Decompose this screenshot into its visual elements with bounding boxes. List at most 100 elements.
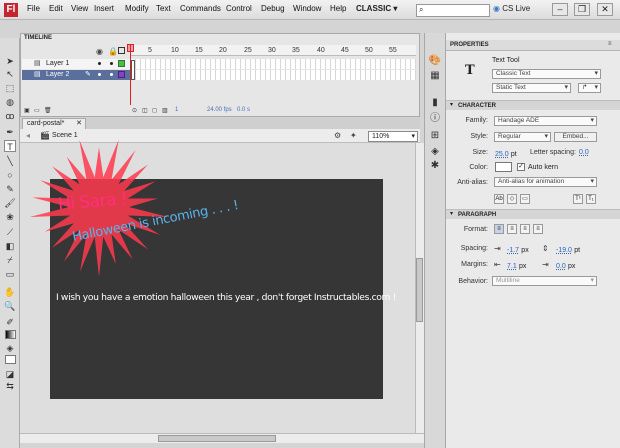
layer-outline-color[interactable] <box>118 71 125 78</box>
character-section[interactable]: CHARACTER <box>446 100 620 110</box>
orientation-select[interactable]: ↱ <box>578 83 601 93</box>
close-icon[interactable]: ✕ <box>76 119 82 129</box>
timeline-tab[interactable]: TIMELINE <box>24 35 52 41</box>
menu-control[interactable]: Control <box>226 4 252 13</box>
indent-value[interactable]: -1.7 <box>507 247 519 254</box>
color-panel-icon[interactable]: 🎨 <box>428 55 442 67</box>
new-layer-icon[interactable]: ▣ <box>24 107 30 114</box>
collapse-icon[interactable]: ▾ <box>450 210 453 217</box>
transform-panel-icon[interactable]: ◈ <box>428 146 442 158</box>
antialias-select[interactable]: Anti-alias for animation <box>494 177 597 187</box>
layer-2-frames[interactable] <box>131 70 416 80</box>
paragraph-section[interactable]: PARAGRAPH <box>446 209 620 219</box>
lock-icon[interactable]: 🔒 <box>108 47 118 56</box>
visibility-dot[interactable] <box>98 73 101 76</box>
menu-insert[interactable]: Insert <box>94 4 114 13</box>
menu-edit[interactable]: Edit <box>49 4 63 13</box>
align-left-icon[interactable]: ≡ <box>494 224 504 234</box>
stroke-color-icon[interactable]: ✐ <box>4 316 16 328</box>
delete-layer-icon[interactable]: 🗑 <box>44 107 52 114</box>
fill-color-swatch[interactable] <box>5 355 16 364</box>
selectable-icon[interactable]: Ab <box>494 194 504 204</box>
lasso-tool-icon[interactable]: ꝏ <box>4 110 16 122</box>
font-style-select[interactable]: Regular <box>494 132 551 142</box>
swatches-panel-icon[interactable]: ▦ <box>428 70 442 82</box>
brush-tool-icon[interactable]: 🖌 <box>4 197 16 209</box>
lock-dot[interactable] <box>110 62 113 65</box>
cs-live-button[interactable]: ◉ CS Live <box>493 4 530 13</box>
edit-scene-icon[interactable]: ⚙ <box>334 131 341 140</box>
visibility-dot[interactable] <box>98 62 101 65</box>
help-search-input[interactable] <box>416 4 490 17</box>
align-center-icon[interactable]: ≡ <box>507 224 517 234</box>
close-button[interactable]: ✕ <box>597 3 613 16</box>
collapse-icon[interactable]: ▾ <box>450 101 453 108</box>
keyframe[interactable] <box>131 60 135 80</box>
fill-color-icon[interactable]: ◈ <box>4 342 16 354</box>
menu-modify[interactable]: Modify <box>125 4 149 13</box>
panel-menu-icon[interactable]: ≡ <box>608 41 612 47</box>
zoom-select[interactable]: 110% ▾ <box>368 131 418 142</box>
edit-symbols-icon[interactable]: ✦ <box>350 131 357 140</box>
info-panel-icon[interactable]: ⓘ <box>428 113 442 125</box>
document-tab[interactable]: card-postal* ✕ <box>22 118 86 129</box>
edit-multiple-icon[interactable]: ▥ <box>162 107 168 114</box>
center-frame-icon[interactable]: ⊙ <box>132 107 137 114</box>
menu-commands[interactable]: Commands <box>180 4 221 13</box>
frame-rate[interactable]: 24.00 fps <box>207 107 232 113</box>
text-color-swatch[interactable] <box>495 162 512 172</box>
font-size[interactable]: 25.0 pt <box>495 149 517 158</box>
workspace-switcher[interactable]: CLASSIC ▾ <box>356 4 397 13</box>
right-margin[interactable]: 0.0 px <box>556 261 575 270</box>
hand-tool-icon[interactable]: ✋ <box>4 286 16 298</box>
subselection-tool-icon[interactable]: ↖ <box>4 68 16 80</box>
text-tool-icon[interactable]: T <box>4 140 16 152</box>
behavior-select[interactable]: Multiline <box>492 276 597 286</box>
swap-colors-icon[interactable]: ⇆ <box>4 380 16 392</box>
zoom-tool-icon[interactable]: 🔍 <box>4 300 16 312</box>
components-panel-icon[interactable]: ✱ <box>428 160 442 172</box>
show-border-icon[interactable]: ▭ <box>520 194 530 204</box>
justify-icon[interactable]: ≡ <box>533 224 543 234</box>
align-right-icon[interactable]: ≡ <box>520 224 530 234</box>
black-white-icon[interactable]: ◪ <box>4 368 16 380</box>
font-size-value[interactable]: 25.0 <box>495 151 509 158</box>
playhead-handle[interactable] <box>127 44 134 52</box>
3d-rotation-tool-icon[interactable]: ◍ <box>4 96 16 108</box>
menu-view[interactable]: View <box>71 4 88 13</box>
render-html-icon[interactable]: ◇ <box>507 194 517 204</box>
layer-outline-color[interactable] <box>118 60 125 67</box>
text-engine-select[interactable]: Classic Text <box>492 69 601 79</box>
outline-icon[interactable] <box>118 47 125 54</box>
horizontal-scroll-thumb[interactable] <box>158 435 276 442</box>
letter-spacing-value[interactable]: 0.0 <box>579 149 589 156</box>
lock-dot[interactable] <box>110 73 113 76</box>
oval-tool-icon[interactable]: ○ <box>4 169 16 181</box>
menu-text[interactable]: Text <box>156 4 171 13</box>
menu-help[interactable]: Help <box>330 4 346 13</box>
embed-button[interactable]: Embed... <box>554 132 597 142</box>
menu-window[interactable]: Window <box>293 4 321 13</box>
menu-debug[interactable]: Debug <box>261 4 285 13</box>
eyedropper-tool-icon[interactable]: ⌿ <box>4 254 16 266</box>
current-frame[interactable]: 1 <box>175 107 178 113</box>
vertical-scroll-thumb[interactable] <box>416 258 423 322</box>
properties-tab[interactable]: PROPERTIES <box>446 40 620 51</box>
pencil-tool-icon[interactable]: ✎ <box>4 183 16 195</box>
eye-icon[interactable]: ◉ <box>96 47 103 56</box>
eraser-tool-icon[interactable]: ▭ <box>4 268 16 280</box>
library-panel-icon[interactable]: ▮ <box>428 97 442 109</box>
restore-button[interactable]: ❐ <box>574 3 590 16</box>
superscript-icon[interactable]: T¹ <box>573 194 583 204</box>
onion-outline-icon[interactable]: ◻ <box>152 107 157 114</box>
line-spacing-value[interactable]: -19.0 <box>556 247 572 254</box>
layer-1-frames[interactable] <box>131 59 416 69</box>
indent[interactable]: -1.7 px <box>507 245 529 254</box>
minimize-button[interactable]: – <box>552 3 568 16</box>
onion-skin-icon[interactable]: ◫ <box>142 107 148 114</box>
playhead[interactable] <box>130 45 131 105</box>
bone-tool-icon[interactable]: ⟋ <box>4 226 16 238</box>
line-spacing[interactable]: -19.0 pt <box>556 245 580 254</box>
subscript-icon[interactable]: T₁ <box>586 194 596 204</box>
deco-tool-icon[interactable]: ❀ <box>4 211 16 223</box>
